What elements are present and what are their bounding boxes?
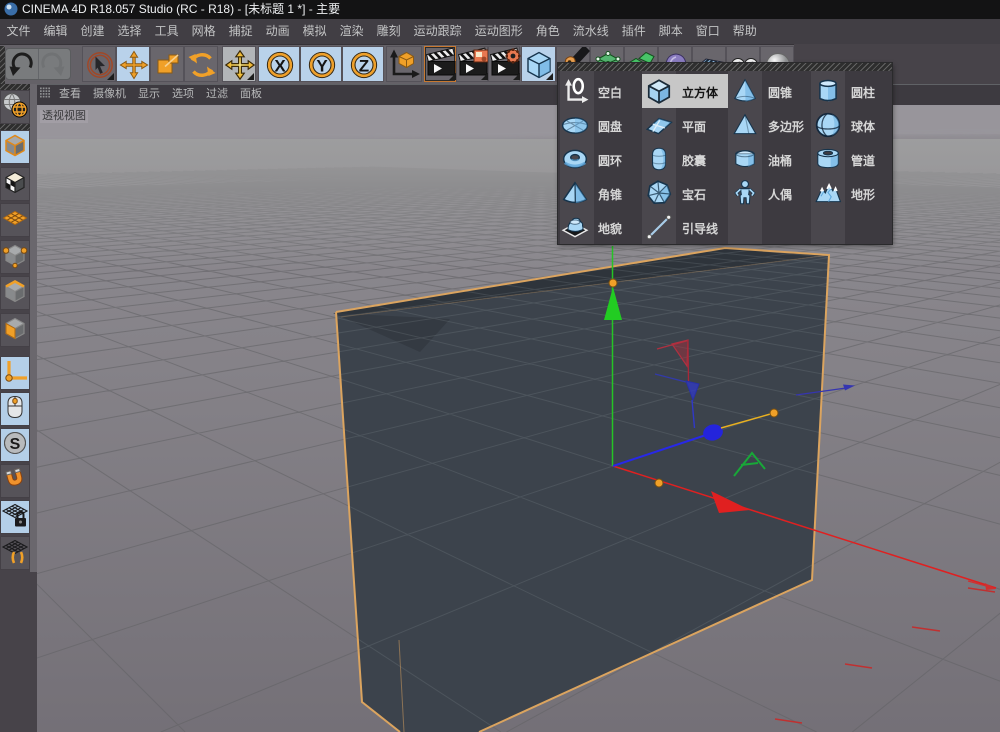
svg-text:Z: Z (359, 57, 369, 76)
svg-text:Y: Y (316, 57, 328, 76)
svg-text:S: S (10, 436, 21, 453)
svg-text:X: X (274, 57, 286, 76)
